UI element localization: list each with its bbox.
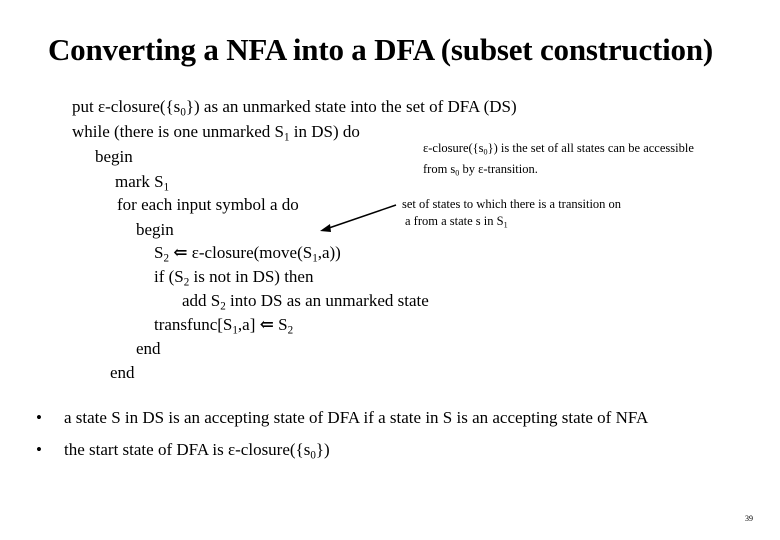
text: }): [315, 440, 330, 459]
bullet-icon: •: [36, 408, 42, 427]
bullet-item-accepting: • a state S in DS is an accepting state o…: [36, 408, 648, 428]
bullet-icon: •: [36, 440, 42, 459]
bullet-item-start-state: • the start state of DFA is ε-closure({s0…: [36, 440, 330, 461]
text: a state S in DS is an accepting state of…: [64, 408, 649, 427]
page-number: 39: [745, 514, 753, 523]
text: the start state of DFA is ε-closure({s: [64, 440, 311, 459]
